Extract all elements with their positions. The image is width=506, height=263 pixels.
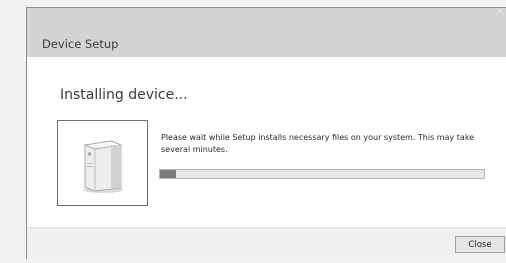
status-message: Please wait while Setup installs necessa… xyxy=(161,133,475,154)
progress-fill xyxy=(160,170,177,178)
device-setup-window: × Device Setup Installing device... Plea… xyxy=(26,6,506,260)
printer-device-icon xyxy=(83,140,123,193)
page-margin xyxy=(0,0,26,263)
page-title: Installing device... xyxy=(60,87,188,103)
close-button[interactable]: Close xyxy=(455,236,505,253)
content-area: Installing device... Please wait while S… xyxy=(27,57,506,227)
install-progress-bar xyxy=(159,169,485,179)
dialog-footer: Close xyxy=(27,227,506,260)
device-image-frame xyxy=(57,120,148,206)
window-title: Device Setup xyxy=(42,37,119,51)
window-close-icon[interactable]: × xyxy=(496,6,504,17)
titlebar: × Device Setup xyxy=(27,6,506,57)
